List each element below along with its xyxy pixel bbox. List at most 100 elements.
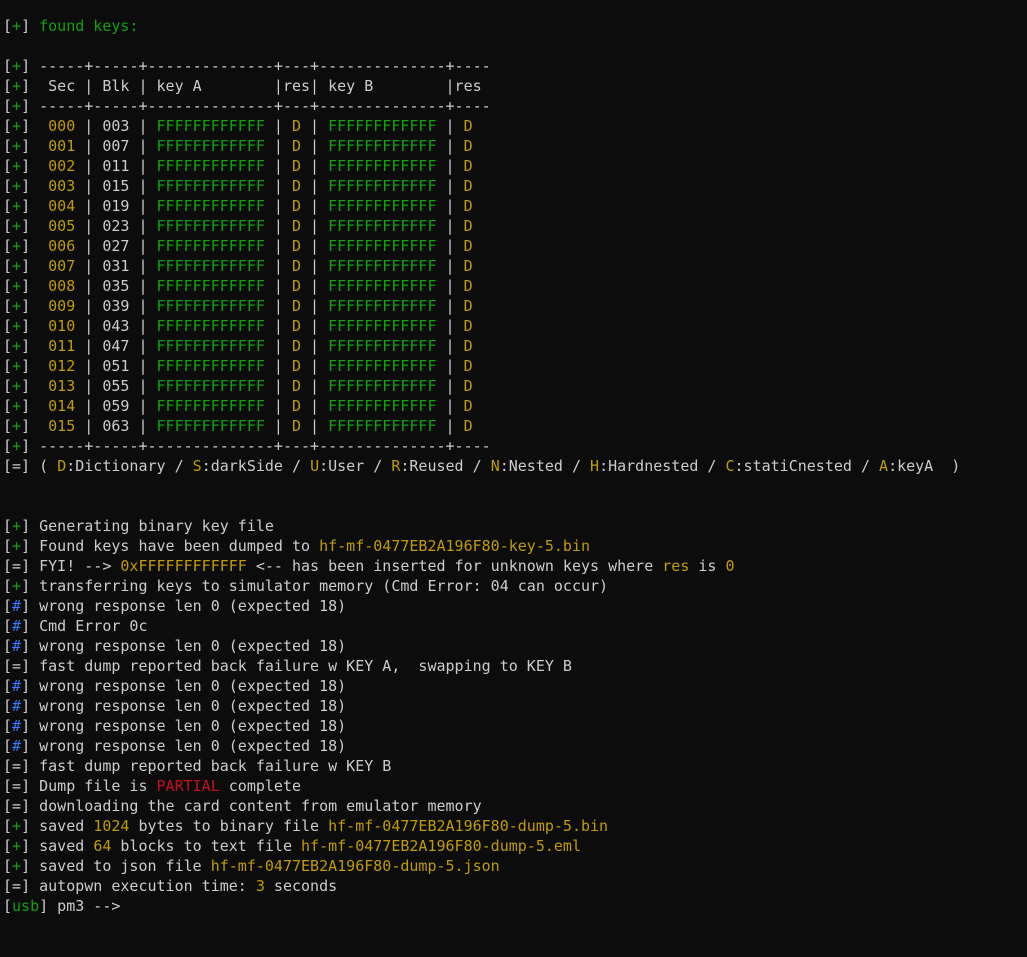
block-number: 027 bbox=[102, 237, 130, 255]
sector-number: 014 bbox=[48, 397, 76, 415]
log-prefix: + bbox=[12, 577, 22, 595]
block-number: 011 bbox=[102, 157, 130, 175]
sector-number: 006 bbox=[48, 237, 76, 255]
key-a-result: D bbox=[292, 317, 302, 335]
log-line: [+] saved to json file hf-mf-0477EB2A196… bbox=[3, 857, 500, 875]
table-row: [+] 012 | 051 | FFFFFFFFFFFF | D | FFFFF… bbox=[3, 357, 473, 375]
key-a-result: D bbox=[292, 197, 302, 215]
log-prefix: = bbox=[12, 777, 22, 795]
log-prefix: # bbox=[12, 717, 22, 735]
log-prefix: # bbox=[12, 677, 22, 695]
key-b-value: FFFFFFFFFFFF bbox=[328, 197, 437, 215]
block-number: 003 bbox=[102, 117, 130, 135]
sector-number: 003 bbox=[48, 177, 76, 195]
sector-number: 005 bbox=[48, 217, 76, 235]
log-prefix: = bbox=[12, 757, 22, 775]
log-prefix: + bbox=[12, 857, 22, 875]
log-line: [+] saved 64 blocks to text file hf-mf-0… bbox=[3, 837, 581, 855]
block-number: 015 bbox=[102, 177, 130, 195]
key-b-value: FFFFFFFFFFFF bbox=[328, 317, 437, 335]
key-b-result: D bbox=[463, 137, 473, 155]
log-prefix: # bbox=[12, 597, 22, 615]
log-prefix: # bbox=[12, 637, 22, 655]
key-b-result: D bbox=[463, 217, 473, 235]
log-line: [#] wrong response len 0 (expected 18) bbox=[3, 597, 347, 615]
sector-number: 001 bbox=[48, 137, 76, 155]
log-line: [+] Found keys have been dumped to hf-mf… bbox=[3, 537, 591, 555]
key-b-value: FFFFFFFFFFFF bbox=[328, 357, 437, 375]
sector-number: 011 bbox=[48, 337, 76, 355]
key-b-result: D bbox=[463, 317, 473, 335]
key-table-rows: [+] 000 | 003 | FFFFFFFFFFFF | D | FFFFF… bbox=[3, 116, 1023, 436]
log-prefix: + bbox=[12, 837, 22, 855]
table-row: [+] 001 | 007 | FFFFFFFFFFFF | D | FFFFF… bbox=[3, 137, 473, 155]
log-line: [=] fast dump reported back failure w KE… bbox=[3, 657, 572, 675]
legend-item: C:statiCnested bbox=[725, 457, 852, 475]
table-row: [+] 000 | 003 | FFFFFFFFFFFF | D | FFFFF… bbox=[3, 117, 473, 135]
log-line: [#] wrong response len 0 (expected 18) bbox=[3, 677, 347, 695]
table-row: [+] 007 | 031 | FFFFFFFFFFFF | D | FFFFF… bbox=[3, 257, 473, 275]
key-a-value: FFFFFFFFFFFF bbox=[156, 277, 265, 295]
log-prefix: + bbox=[12, 817, 22, 835]
block-number: 043 bbox=[102, 317, 130, 335]
log-line: [#] wrong response len 0 (expected 18) bbox=[3, 697, 347, 715]
key-b-result: D bbox=[463, 177, 473, 195]
key-a-result: D bbox=[292, 117, 302, 135]
sector-number: 013 bbox=[48, 377, 76, 395]
key-b-result: D bbox=[463, 297, 473, 315]
block-number: 031 bbox=[102, 257, 130, 275]
key-b-result: D bbox=[463, 337, 473, 355]
key-b-value: FFFFFFFFFFFF bbox=[328, 297, 437, 315]
key-b-result: D bbox=[463, 397, 473, 415]
key-b-result: D bbox=[463, 157, 473, 175]
sector-number: 012 bbox=[48, 357, 76, 375]
prompt-text: ] pm3 --> bbox=[39, 897, 121, 915]
sector-number: 008 bbox=[48, 277, 76, 295]
key-b-value: FFFFFFFFFFFF bbox=[328, 337, 437, 355]
key-a-value: FFFFFFFFFFFF bbox=[156, 237, 265, 255]
table-row: [+] 009 | 039 | FFFFFFFFFFFF | D | FFFFF… bbox=[3, 297, 473, 315]
key-a-value: FFFFFFFFFFFF bbox=[156, 137, 265, 155]
key-b-value: FFFFFFFFFFFF bbox=[328, 417, 437, 435]
key-b-result: D bbox=[463, 277, 473, 295]
key-a-result: D bbox=[292, 417, 302, 435]
table-border-top: [+] -----+-----+--------------+---+-----… bbox=[3, 57, 491, 75]
legend-item: N:Nested bbox=[490, 457, 563, 475]
key-b-result: D bbox=[463, 417, 473, 435]
table-border-bottom: [+] -----+-----+--------------+---+-----… bbox=[3, 437, 491, 455]
key-a-value: FFFFFFFFFFFF bbox=[156, 337, 265, 355]
block-number: 039 bbox=[102, 297, 130, 315]
table-row: [+] 014 | 059 | FFFFFFFFFFFF | D | FFFFF… bbox=[3, 397, 473, 415]
sector-number: 004 bbox=[48, 197, 76, 215]
key-a-value: FFFFFFFFFFFF bbox=[156, 357, 265, 375]
prompt-device: usb bbox=[12, 897, 40, 915]
key-b-result: D bbox=[463, 117, 473, 135]
terminal-output[interactable]: [+] found keys: [+] -----+-----+--------… bbox=[3, 16, 1023, 916]
log-line: [#] wrong response len 0 (expected 18) bbox=[3, 717, 347, 735]
key-b-value: FFFFFFFFFFFF bbox=[328, 157, 437, 175]
key-a-value: FFFFFFFFFFFF bbox=[156, 297, 265, 315]
log-prefix: = bbox=[12, 657, 22, 675]
table-row: [+] 010 | 043 | FFFFFFFFFFFF | D | FFFFF… bbox=[3, 317, 473, 335]
key-b-value: FFFFFFFFFFFF bbox=[328, 397, 437, 415]
key-a-result: D bbox=[292, 377, 302, 395]
key-b-value: FFFFFFFFFFFF bbox=[328, 117, 437, 135]
key-b-value: FFFFFFFFFFFF bbox=[328, 237, 437, 255]
log-prefix: # bbox=[12, 737, 22, 755]
key-a-result: D bbox=[292, 217, 302, 235]
sector-number: 015 bbox=[48, 417, 76, 435]
key-a-value: FFFFFFFFFFFF bbox=[156, 197, 265, 215]
key-b-value: FFFFFFFFFFFF bbox=[328, 257, 437, 275]
found-keys-header-line: [+] found keys: bbox=[3, 17, 139, 35]
command-prompt[interactable]: [usb] pm3 --> bbox=[3, 896, 1023, 916]
key-a-result: D bbox=[292, 337, 302, 355]
log-line: [+] Generating binary key file bbox=[3, 517, 274, 535]
key-a-result: D bbox=[292, 157, 302, 175]
key-a-value: FFFFFFFFFFFF bbox=[156, 217, 265, 235]
log-prefix: # bbox=[12, 617, 22, 635]
legend-item: H:Hardnested bbox=[590, 457, 699, 475]
block-number: 007 bbox=[102, 137, 130, 155]
key-a-value: FFFFFFFFFFFF bbox=[156, 257, 265, 275]
